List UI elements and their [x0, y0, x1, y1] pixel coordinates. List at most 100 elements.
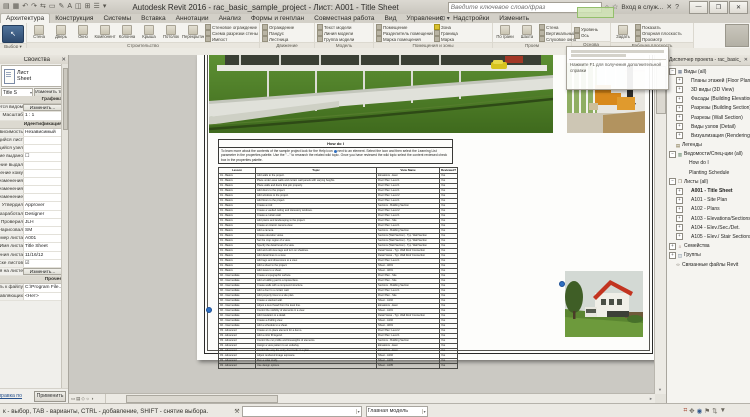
tree-expand-icon[interactable]: + — [676, 132, 683, 139]
ribbon-button[interactable]: Компонент — [94, 24, 116, 42]
property-row[interactable]: Текущее изменение — [0, 194, 62, 202]
tree-item[interactable]: + Виды узлов (Detail) — [667, 122, 750, 131]
tree-expand-icon[interactable]: + — [676, 114, 683, 121]
collapsed-ribbon-panel[interactable] — [725, 24, 749, 47]
tree-expand-icon[interactable]: + — [676, 224, 683, 231]
ribbon-button[interactable]: Стена — [28, 24, 50, 42]
status-icon[interactable]: ▼ — [720, 407, 726, 415]
view-control-icon[interactable]: ◑ — [91, 396, 94, 401]
properties-help-link[interactable]: Справка по — [0, 393, 22, 399]
tree-expand-icon[interactable]: − — [669, 178, 676, 185]
property-row[interactable]: Зависимость Независимый — [0, 129, 62, 137]
property-row[interactable]: Идентификация — [0, 121, 62, 129]
tree-expand-icon[interactable]: − — [669, 68, 676, 75]
qat-icon[interactable]: ▾ — [103, 2, 107, 12]
ribbon-button[interactable]: Дверь — [50, 24, 72, 42]
ribbon-button[interactable]: Окно — [72, 24, 94, 42]
help-icon[interactable]: ? — [675, 4, 679, 11]
apply-button[interactable]: Применить — [34, 391, 66, 402]
close-icon[interactable]: ✕ — [61, 57, 68, 63]
ribbon-button[interactable]: Задать — [612, 24, 634, 42]
qat-icon[interactable]: ▦ — [13, 2, 20, 12]
property-row[interactable]: Описание текущего изменения — [0, 186, 62, 194]
tree-item[interactable]: + Разрезы (Wall Section) — [667, 113, 750, 122]
scroll-down-icon[interactable]: ▼ — [655, 385, 665, 394]
status-icon[interactable]: ◉ — [697, 407, 703, 415]
property-row[interactable]: Система направляющих <Нет> — [0, 293, 62, 301]
view-control-icon[interactable]: ☼ — [86, 396, 90, 401]
ribbon-tab[interactable]: Надстройки — [448, 14, 494, 23]
property-row[interactable]: Дата текущего изменения — [0, 178, 62, 186]
status-icon[interactable]: ✥ — [689, 407, 694, 415]
tree-expand-icon[interactable] — [669, 143, 674, 148]
hscrollbar-thumb[interactable] — [126, 395, 278, 403]
ribbon-tab[interactable]: Изменить — [494, 14, 534, 23]
property-row[interactable]: Текущее изменение кому — [0, 170, 62, 178]
tree-item[interactable]: + Визуализация (Rendering) — [667, 131, 750, 140]
sign-in-label[interactable]: Вход в служ... — [621, 4, 663, 11]
tree-expand-icon[interactable]: + — [676, 215, 683, 222]
property-row[interactable]: Нарисовал SM — [0, 227, 62, 235]
scroll-right-icon[interactable]: ► — [647, 394, 655, 403]
ribbon-button[interactable]: По грани — [494, 24, 516, 42]
tree-expand-icon[interactable]: + — [669, 243, 676, 250]
view-control-icon[interactable]: ◇ — [81, 396, 84, 402]
howdoi-schedule-viewport[interactable]: How do I To learn more about the content… — [218, 139, 453, 369]
tree-expand-icon[interactable]: + — [676, 77, 683, 84]
tree-expand-icon[interactable] — [676, 161, 681, 166]
close-icon[interactable]: ✕ — [744, 57, 750, 63]
property-row[interactable]: Текущее изменение выдал — [0, 162, 62, 170]
ribbon-button[interactable]: Ось — [573, 33, 598, 39]
property-row[interactable]: Определяется видом Изменить... — [0, 104, 62, 112]
window-control-button[interactable]: — — [689, 1, 708, 14]
property-row[interactable]: Имя листа Title Sheet — [0, 243, 62, 251]
tree-item[interactable]: Связанные файлы Revit — [667, 260, 750, 269]
tree-expand-icon[interactable]: + — [676, 105, 683, 112]
tree-expand-icon[interactable]: + — [669, 252, 676, 259]
worksets-icon[interactable]: ⚒ — [234, 408, 239, 415]
tree-expand-icon[interactable]: − — [669, 151, 676, 158]
palette-scrollbar[interactable] — [61, 64, 68, 389]
ribbon-tab[interactable]: Совместная работа — [309, 14, 379, 23]
design-options-dropdown[interactable]: Главная модель ▾ — [366, 406, 428, 417]
qat-icon[interactable]: ◫ — [75, 2, 82, 12]
property-row[interactable]: Разработал Designer — [0, 211, 62, 219]
property-row[interactable]: Текущее изменение выдано ☐ — [0, 153, 62, 161]
tree-item[interactable]: + Группы — [667, 251, 750, 260]
tree-item[interactable]: − Листы (all) — [667, 177, 750, 186]
view-control-icon[interactable]: ▭ — [71, 396, 75, 402]
tree-expand-icon[interactable] — [676, 170, 681, 175]
window-control-button[interactable]: ❐ — [709, 1, 728, 14]
qat-icon[interactable]: ⇆ — [40, 2, 46, 12]
tree-item[interactable]: + A001 - Title Sheet — [667, 186, 750, 195]
worksets-dropdown[interactable]: ▾ — [242, 406, 362, 417]
ribbon-button[interactable]: Колонна — [116, 24, 138, 42]
property-row[interactable]: Путь к файлу C:\Program File... — [0, 284, 62, 292]
tree-expand-icon[interactable]: + — [676, 188, 683, 195]
status-icon[interactable]: ⚑ — [704, 407, 710, 415]
modify-button[interactable]: ↖ — [2, 25, 24, 43]
tree-expand-icon[interactable]: + — [676, 123, 683, 130]
status-icon[interactable]: ⇅ — [712, 407, 717, 415]
tree-item[interactable]: − Ведомости/Спец-ции (all) — [667, 150, 750, 159]
sheet-paper[interactable]: How do I To learn more about the content… — [197, 55, 657, 360]
property-row[interactable]: Дата утверждения листа 11/16/12 — [0, 252, 62, 260]
tab-overflow-icon[interactable]: ⊡ ▾ — [436, 15, 454, 22]
sheet-help-icon[interactable] — [559, 281, 565, 287]
property-row[interactable]: Ссылающийся лист — [0, 137, 62, 145]
ribbon-tab[interactable]: Системы — [98, 14, 136, 23]
type-selector[interactable]: Лист Sheet ▾ — [1, 65, 67, 87]
exterior-rendering-viewport[interactable] — [209, 55, 553, 133]
qat-icon[interactable]: ↷ — [31, 2, 37, 12]
ribbon-tab[interactable]: Формы и генплан — [246, 14, 309, 23]
vertical-scrollbar[interactable]: ▲ ▼ — [654, 55, 666, 394]
ribbon-button[interactable]: Перекрытие — [182, 24, 204, 42]
qat-icon[interactable]: ▭ — [49, 2, 56, 12]
tree-item[interactable]: Легенды — [667, 141, 750, 150]
property-row[interactable]: Изменения на листе Изменить... — [0, 268, 62, 276]
tree-item[interactable]: + A104 - Elev./Sec./Det. — [667, 223, 750, 232]
ribbon-tab[interactable]: Вид — [379, 14, 401, 23]
tree-expand-icon[interactable] — [669, 262, 674, 267]
tree-item[interactable]: + Разрезы (Building Section) — [667, 104, 750, 113]
tree-expand-icon[interactable]: + — [676, 233, 683, 240]
